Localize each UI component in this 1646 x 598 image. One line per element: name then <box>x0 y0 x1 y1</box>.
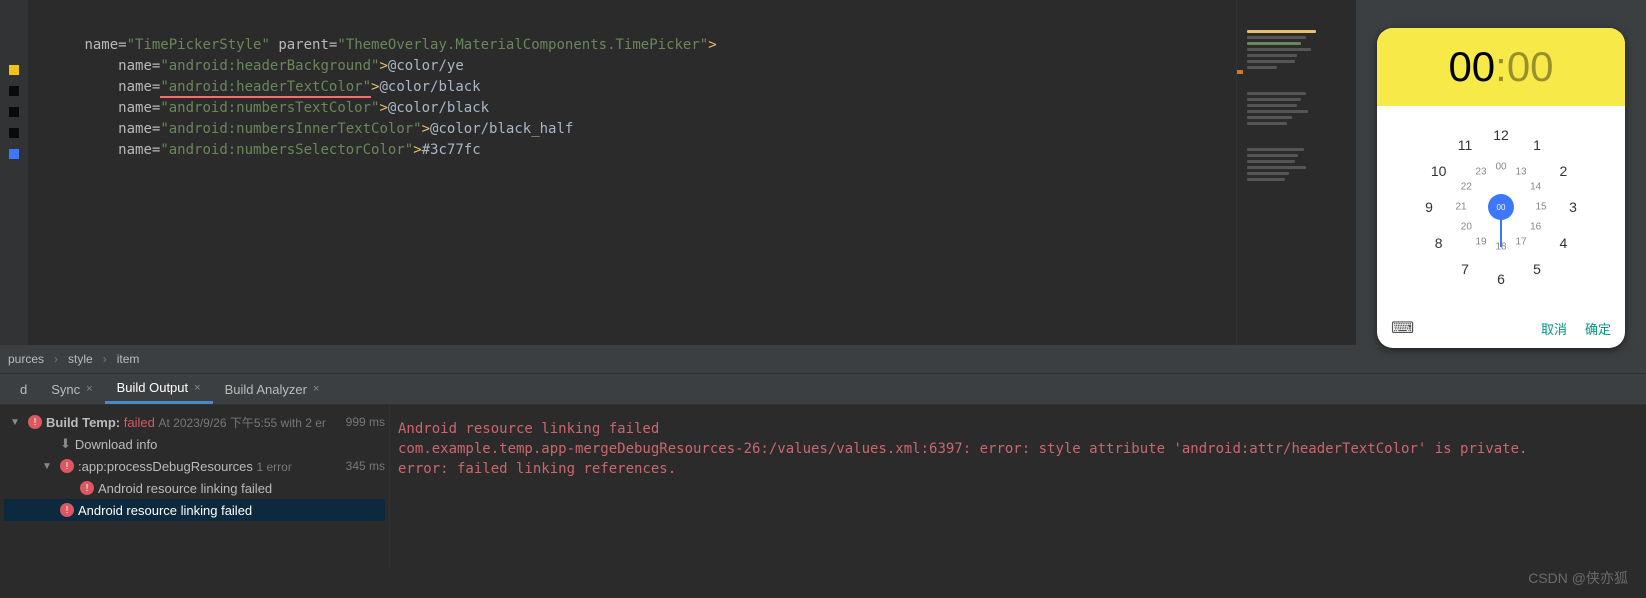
clock-hour-inner[interactable]: 15 <box>1535 202 1546 213</box>
clock-hour-inner[interactable]: 14 <box>1530 182 1541 193</box>
clock-hour-inner[interactable]: 00 <box>1495 162 1506 173</box>
keyboard-icon[interactable]: ⌨ <box>1391 318 1414 338</box>
code-editor[interactable]: name="TimePickerStyle" parent="ThemeOver… <box>28 0 1236 345</box>
hours-display[interactable]: 00 <box>1448 43 1495 91</box>
watermark: CSDN @侠亦狐 <box>1528 568 1628 588</box>
editor-area: name="TimePickerStyle" parent="ThemeOver… <box>0 0 1646 345</box>
clock-hour[interactable]: 3 <box>1569 199 1577 215</box>
build-tree-item[interactable]: !Android resource linking failed <box>4 477 385 499</box>
build-tree-item[interactable]: ▼!:app:processDebugResources 1 error345 … <box>4 455 385 477</box>
clock-hour[interactable]: 6 <box>1497 271 1505 287</box>
clock-hour-inner[interactable]: 17 <box>1515 236 1526 247</box>
clock-selector[interactable]: 00 <box>1488 194 1514 220</box>
clock-hour-inner[interactable]: 19 <box>1475 236 1486 247</box>
timepicker-header[interactable]: 00:00 <box>1377 28 1625 106</box>
breadcrumb-item[interactable]: style <box>68 352 93 366</box>
ok-button[interactable]: 确定 <box>1585 319 1611 338</box>
gutter-color-black <box>9 86 19 96</box>
tab-build-output[interactable]: Build Output× <box>105 374 213 404</box>
breadcrumb[interactable]: purces›style›item <box>0 345 1646 373</box>
build-output[interactable]: Android resource linking failedcom.examp… <box>390 405 1646 570</box>
clock-face[interactable]: 00 1212345678910110013141516171819202122… <box>1377 106 1625 308</box>
clock-hour-inner[interactable]: 18 <box>1495 242 1506 253</box>
clock-hour-inner[interactable]: 13 <box>1515 167 1526 178</box>
minimap[interactable] <box>1236 0 1356 345</box>
build-tree-item[interactable]: ⬇Download info <box>4 433 385 455</box>
build-panel: ▼!Build Temp: failed At 2023/9/26 下午5:55… <box>0 405 1646 570</box>
clock-hour[interactable]: 4 <box>1559 235 1567 251</box>
clock-hour[interactable]: 10 <box>1431 163 1447 179</box>
clock-hour[interactable]: 12 <box>1493 127 1509 143</box>
gutter <box>0 0 28 345</box>
clock-hour[interactable]: 2 <box>1559 163 1567 179</box>
tab-sync[interactable]: Sync× <box>39 376 104 403</box>
gutter-color-blackhalf <box>9 128 19 138</box>
bottom-tabs: dSync×Build Output×Build Analyzer× <box>0 373 1646 405</box>
clock-hour-inner[interactable]: 21 <box>1455 202 1466 213</box>
clock-hour[interactable]: 5 <box>1533 261 1541 277</box>
error-line: Android resource linking failed <box>398 419 1638 439</box>
gutter-color-yellow <box>9 65 19 75</box>
cancel-button[interactable]: 取消 <box>1541 319 1567 338</box>
clock-hour-inner[interactable]: 20 <box>1461 222 1472 233</box>
build-tree-item[interactable]: !Android resource linking failed <box>4 499 385 521</box>
clock-hour-inner[interactable]: 22 <box>1461 182 1472 193</box>
minutes-display[interactable]: 00 <box>1507 43 1554 91</box>
breadcrumb-item[interactable]: item <box>117 352 140 366</box>
timepicker-dialog: 00:00 00 1212345678910110013141516171819… <box>1377 28 1625 348</box>
breadcrumb-item[interactable]: purces <box>8 352 44 366</box>
build-tree[interactable]: ▼!Build Temp: failed At 2023/9/26 下午5:55… <box>0 405 390 570</box>
gutter-color-black <box>9 107 19 117</box>
gutter-color-blue <box>9 149 19 159</box>
error-line: error: failed linking references. <box>398 459 1638 479</box>
clock-hour[interactable]: 1 <box>1533 137 1541 153</box>
clock-hour[interactable]: 9 <box>1425 199 1433 215</box>
tab-build-analyzer[interactable]: Build Analyzer× <box>213 376 332 403</box>
error-line: com.example.temp.app-mergeDebugResources… <box>398 439 1638 459</box>
clock-hour-inner[interactable]: 23 <box>1475 167 1486 178</box>
clock-hour[interactable]: 8 <box>1435 235 1443 251</box>
preview-panel: 00:00 00 1212345678910110013141516171819… <box>1356 0 1646 345</box>
close-icon[interactable]: × <box>313 383 319 395</box>
close-icon[interactable]: × <box>194 382 200 394</box>
clock-hour[interactable]: 7 <box>1461 261 1469 277</box>
close-icon[interactable]: × <box>86 383 92 395</box>
clock-hour[interactable]: 11 <box>1458 137 1473 153</box>
clock-hour-inner[interactable]: 16 <box>1530 222 1541 233</box>
build-root[interactable]: ▼!Build Temp: failed At 2023/9/26 下午5:55… <box>4 411 385 433</box>
